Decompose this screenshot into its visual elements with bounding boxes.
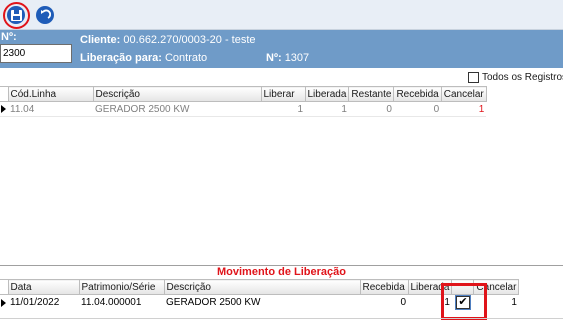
cell-restante[interactable]: 0 <box>348 101 394 117</box>
toolbar <box>0 0 563 30</box>
numero-label: Nº: <box>1 31 17 43</box>
row-indicator <box>0 295 8 311</box>
header-band: Nº: Cliente: 00.662.270/0003-20 - teste … <box>0 30 563 68</box>
cliente-line: Cliente: 00.662.270/0003-20 - teste <box>80 34 256 46</box>
itens-grid: Cód.Linha Descrição Liberar Liberada Res… <box>0 86 487 117</box>
liberacao-label: Liberação para: <box>80 52 162 64</box>
liberacao-numero-value: 1307 <box>284 52 310 64</box>
col-descricao[interactable]: Descrição <box>163 279 361 295</box>
movimento-title: Movimento de Liberação <box>0 265 563 278</box>
row-indicator-header <box>0 86 9 102</box>
cell-data[interactable]: 11/01/2022 <box>8 295 79 311</box>
liberacao-line: Liberação para: Contrato <box>80 52 207 64</box>
highlight-circle <box>3 2 30 29</box>
cell-cancelar[interactable]: 1 <box>441 101 487 117</box>
todos-registros[interactable]: Todos os Registros <box>468 70 563 84</box>
col-cod-linha[interactable]: Cód.Linha <box>7 86 94 102</box>
todos-registros-label: Todos os Registros <box>482 71 563 83</box>
numero-input[interactable] <box>0 44 72 63</box>
back-button[interactable] <box>36 6 54 24</box>
bottom-divider <box>0 318 563 319</box>
liberacao-value: Contrato <box>164 52 208 64</box>
liberacao-numero-label: Nº: <box>266 52 282 64</box>
col-patrimonio[interactable]: Patrimonio/Série <box>78 279 165 295</box>
cliente-value: 00.662.270/0003-20 - teste <box>123 34 256 46</box>
cell-recebida[interactable]: 0 <box>393 101 442 117</box>
row-indicator <box>0 101 8 117</box>
col-descricao[interactable]: Descrição <box>92 86 262 102</box>
col-recebida[interactable]: Recebida <box>359 279 409 295</box>
cell-liberada[interactable]: 1 <box>305 101 349 117</box>
col-data[interactable]: Data <box>7 279 80 295</box>
todos-registros-checkbox[interactable] <box>468 71 479 83</box>
col-liberada[interactable]: Liberada <box>304 86 350 102</box>
row-pointer-icon <box>1 298 6 307</box>
col-restante[interactable]: Restante <box>348 86 395 102</box>
table-row[interactable]: 11.04 GERADOR 2500 KW 1 1 0 0 1 <box>0 101 487 117</box>
cell-liberar[interactable]: 1 <box>261 101 305 117</box>
row-pointer-icon <box>1 105 6 113</box>
back-arrow-icon <box>41 9 51 19</box>
cell-patrimonio[interactable]: 11.04.000001 <box>79 295 164 311</box>
col-cancelar[interactable]: Cancelar <box>440 86 487 102</box>
liberacao-numero: Nº: 1307 <box>266 52 309 64</box>
col-liberar[interactable]: Liberar <box>260 86 306 102</box>
cell-descricao[interactable]: GERADOR 2500 KW <box>164 295 360 311</box>
cell-cod-linha[interactable]: 11.04 <box>8 101 93 117</box>
highlight-box <box>441 283 487 320</box>
cell-descricao[interactable]: GERADOR 2500 KW <box>93 101 261 117</box>
cell-recebida[interactable]: 0 <box>360 295 408 311</box>
col-recebida[interactable]: Recebida <box>393 86 442 102</box>
cliente-label: Cliente: <box>80 34 121 46</box>
row-indicator-header <box>0 279 9 295</box>
